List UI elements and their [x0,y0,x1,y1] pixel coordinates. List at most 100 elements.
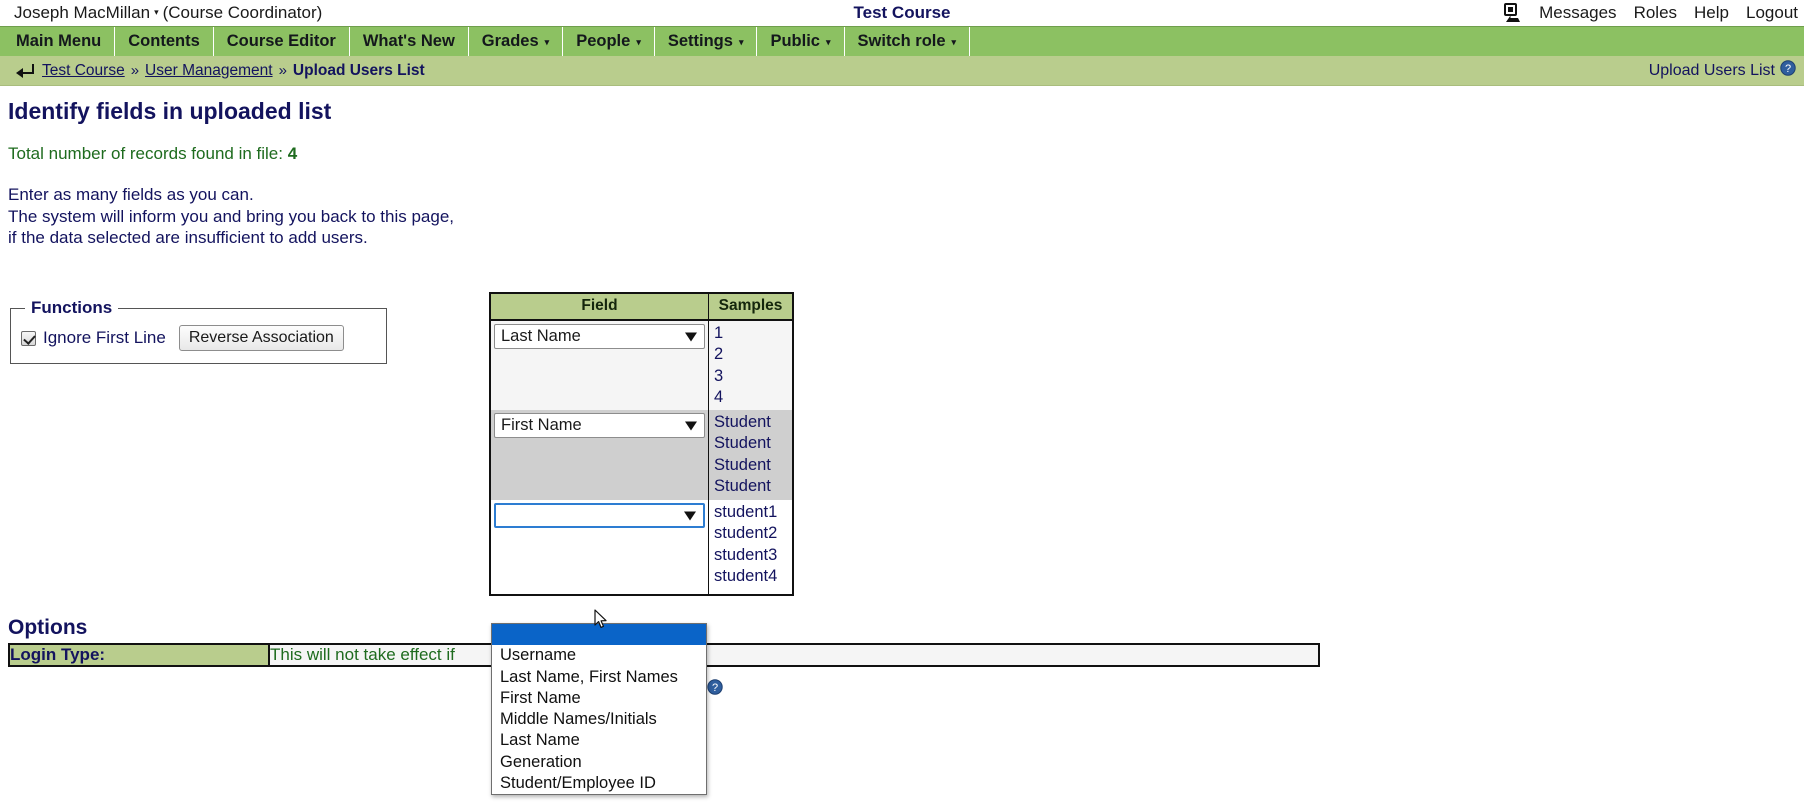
chevron-down-icon: ▾ [636,37,641,47]
nav-item-public[interactable]: Public ▾ [757,27,845,56]
table-row: Last Name 1 2 3 4 [490,320,793,411]
dropdown-option-username[interactable]: Username [492,645,706,666]
field-cell [490,500,709,596]
svg-text:?: ? [712,682,718,694]
samples-cell: student1 student2 student3 student4 [708,500,793,596]
breadcrumb-item-course[interactable]: Test Course [42,62,125,80]
help-circle-icon[interactable]: ? [707,679,723,695]
breadcrumb-right-group: Upload Users List ? [1649,60,1796,81]
nav-item-settings[interactable]: Settings ▾ [655,27,758,56]
instruction-line-3: if the data selected are insufficient to… [8,228,368,247]
nav-item-grades[interactable]: Grades ▾ [469,27,564,56]
ignore-first-line-label: Ignore First Line [43,328,166,347]
nav-item-contents[interactable]: Contents [115,27,214,56]
sample-value: Student [714,455,771,474]
sample-value: Student [714,477,771,496]
main-content: Identify fields in uploaded list Total n… [0,98,1804,796]
sample-value: student4 [714,567,778,586]
record-count-value: 4 [287,144,298,163]
help-link[interactable]: Help [1694,3,1729,23]
dropdown-option-last-name-first-names[interactable]: Last Name, First Names [492,667,706,688]
column-header-field: Field [490,293,709,321]
reverse-association-button[interactable]: Reverse Association [178,325,344,351]
breadcrumb-item-current: Upload Users List [292,61,425,79]
ignore-first-line-checkbox[interactable] [21,330,36,346]
column-header-samples: Samples [708,293,793,321]
dropdown-option-last-name[interactable]: Last Name [492,730,706,751]
main-navigation: Main Menu Contents Course Editor What's … [0,26,1804,56]
record-count-label: Total number of records found in file: [8,144,283,163]
nav-item-whats-new[interactable]: What's New [350,27,469,56]
user-menu-chevron-down-icon[interactable]: ▾ [154,7,159,18]
functions-row: Ignore First Line Reverse Association [21,325,376,351]
sample-value: 2 [714,345,724,364]
sample-value: 1 [714,324,724,342]
user-role: (Course Coordinator) [162,3,323,22]
dropdown-option-blank[interactable] [492,624,706,646]
table-row: First Name Student Student Student Stude… [490,410,793,501]
field-select-2-value: First Name [501,416,582,435]
samples-cell: 1 2 3 4 [708,320,793,411]
sample-value: student2 [714,524,778,543]
chevron-down-icon: ▾ [951,37,957,47]
breadcrumb-separator: » [130,62,140,79]
messages-link[interactable]: Messages [1539,3,1616,23]
sample-value: Student [714,434,771,453]
field-select-1-value: Last Name [501,327,581,345]
dropdown-option-first-name[interactable]: First Name [492,688,706,709]
field-cell: First Name [490,410,709,501]
options-heading: Options [8,616,88,639]
breadcrumb: Test Course » User Management » Upload U… [0,56,1804,86]
instruction-line-1: Enter as many fields as you can. [8,185,254,204]
breadcrumb-separator: » [278,62,287,79]
nav-label: Settings [667,32,733,50]
dropdown-option-student-employee-id[interactable]: Student/Employee ID [492,773,706,794]
field-select-2[interactable]: First Name [494,413,705,439]
chevron-down-icon [685,332,697,341]
field-mapping-table: Field Samples Last Name 1 2 3 4 First Na… [489,292,794,597]
field-cell: Last Name [490,320,709,411]
nav-label: Contents [128,32,200,50]
sample-value: 3 [714,366,724,385]
chevron-down-icon: ▾ [825,37,831,47]
roles-link[interactable]: Roles [1634,3,1677,23]
instruction-line-2: The system will inform you and bring you… [8,206,454,226]
nav-label: Public [770,32,820,50]
login-type-body: This will not take effect if ? [269,644,1319,695]
breadcrumb-item-user-management[interactable]: User Management [145,62,273,80]
nav-label: What's New [362,32,455,50]
nav-item-main-menu[interactable]: Main Menu [0,27,116,56]
sample-value: student3 [714,545,778,564]
functions-panel: Functions Ignore First Line Reverse Asso… [10,298,387,364]
back-arrow-icon[interactable] [14,63,36,79]
nav-filler [970,27,1804,56]
nav-item-switch-role[interactable]: Switch role ▾ [845,27,971,56]
svg-text:?: ? [1785,63,1791,75]
functions-legend: Functions [31,298,113,317]
login-type-label: Login Type: [9,644,270,666]
dropdown-option-generation[interactable]: Generation [492,752,706,773]
remote-control-icon[interactable] [1500,3,1522,23]
nav-label: Course Editor [226,32,336,50]
breadcrumb-right-label: Upload Users List [1648,61,1775,79]
top-bar: Joseph MacMillan ▾ (Course Coordinator) … [0,0,1804,26]
dropdown-option-middle-names-initials[interactable]: Middle Names/Initials [492,709,706,730]
page-heading: Identify fields in uploaded list [8,98,332,124]
nav-label: People [576,32,631,50]
top-bar-links: Messages Roles Help Logout [1500,3,1798,23]
record-count-line: Total number of records found in file: 4 [8,144,1804,164]
nav-item-people[interactable]: People ▾ [563,27,655,56]
chevron-down-icon: ▾ [738,37,744,47]
table-row: student1 student2 student3 student4 [490,500,793,596]
logout-link[interactable]: Logout [1746,3,1798,23]
nav-label: Main Menu [16,32,102,50]
field-select-3-dropdown[interactable]: Username Last Name, First Names First Na… [491,623,707,796]
nav-label: Grades [481,32,539,50]
help-circle-icon[interactable]: ? [1780,60,1796,81]
field-select-1[interactable]: Last Name [494,324,705,349]
login-type-note: This will not take effect if [270,645,455,664]
chevron-down-icon [684,511,696,521]
nav-item-course-editor[interactable]: Course Editor [214,27,350,56]
field-select-3[interactable] [494,503,705,529]
user-name[interactable]: Joseph MacMillan [14,3,150,23]
